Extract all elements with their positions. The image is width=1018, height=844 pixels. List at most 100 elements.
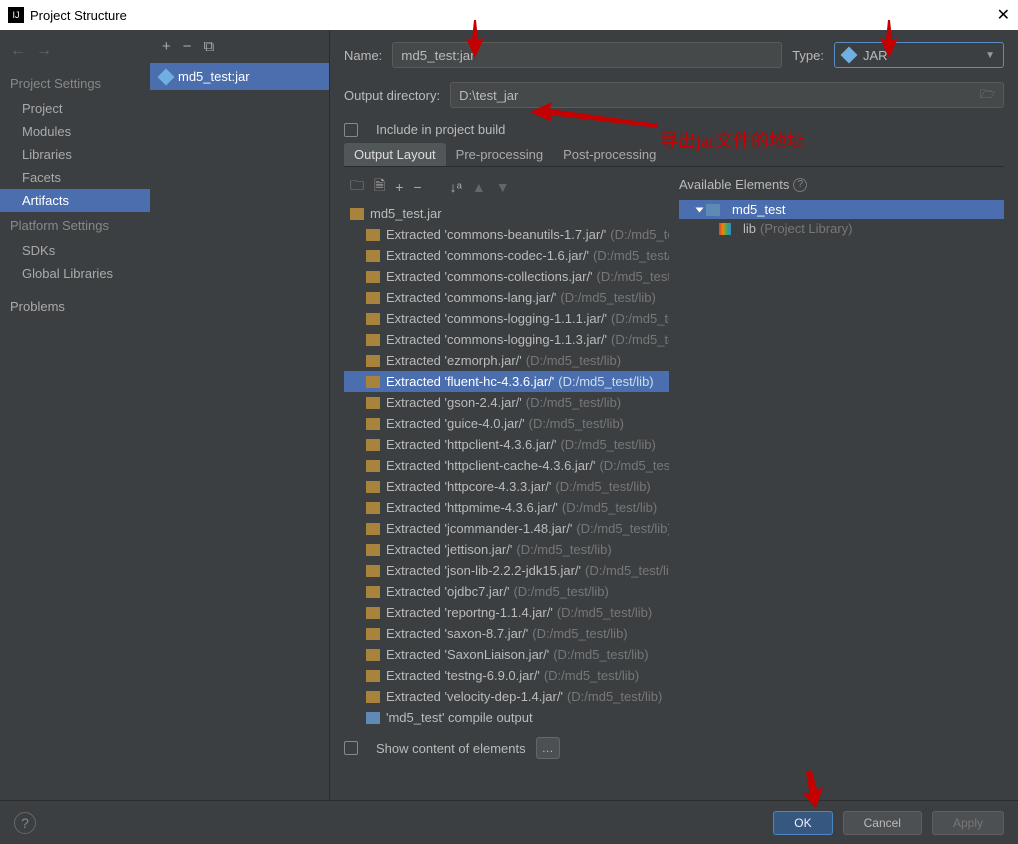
type-label: Type: xyxy=(792,48,824,63)
extracted-icon xyxy=(366,271,380,283)
tree-item[interactable]: Extracted 'httpmime-4.3.6.jar/'(D:/md5_t… xyxy=(344,497,669,518)
browse-icon[interactable]: 🗁 xyxy=(980,85,995,106)
tree-item[interactable]: Extracted 'json-lib-2.2.2-jdk15.jar/'(D:… xyxy=(344,560,669,581)
down-icon[interactable]: ▼ xyxy=(496,179,510,195)
available-header: Available Elements xyxy=(679,177,789,192)
tree-item[interactable]: Extracted 'commons-logging-1.1.3.jar/'(D… xyxy=(344,329,669,350)
window-title: Project Structure xyxy=(30,8,127,23)
extracted-icon xyxy=(366,439,380,451)
archive-icon xyxy=(350,208,364,220)
help-button[interactable]: ? xyxy=(14,812,36,834)
tree-item[interactable]: Extracted 'ezmorph.jar/'(D:/md5_test/lib… xyxy=(344,350,669,371)
project-settings-header: Project Settings xyxy=(0,70,150,97)
extracted-icon xyxy=(366,418,380,430)
available-lib-hint: (Project Library) xyxy=(760,221,852,236)
available-module-label: md5_test xyxy=(732,202,785,217)
extracted-icon xyxy=(366,481,380,493)
tab-post-processing[interactable]: Post-processing xyxy=(553,143,666,166)
back-icon[interactable]: ← xyxy=(10,42,26,60)
tree-item[interactable]: Extracted 'testng-6.9.0.jar/'(D:/md5_tes… xyxy=(344,665,669,686)
extracted-icon xyxy=(366,523,380,535)
extracted-icon xyxy=(366,670,380,682)
extracted-icon xyxy=(366,607,380,619)
compile-output-icon xyxy=(366,712,380,724)
copy-icon[interactable]: ⧉ xyxy=(204,38,215,55)
extracted-icon xyxy=(366,355,380,367)
extracted-icon xyxy=(366,229,380,241)
tree-item[interactable]: Extracted 'httpcore-4.3.3.jar/'(D:/md5_t… xyxy=(344,476,669,497)
tree-item[interactable]: Extracted 'guice-4.0.jar/'(D:/md5_test/l… xyxy=(344,413,669,434)
tree-item[interactable]: Extracted 'jcommander-1.48.jar/'(D:/md5_… xyxy=(344,518,669,539)
tree-item[interactable]: Extracted 'commons-collections.jar/'(D:/… xyxy=(344,266,669,287)
ok-button[interactable]: OK xyxy=(773,811,832,835)
tree-item[interactable]: Extracted 'SaxonLiaison.jar/'(D:/md5_tes… xyxy=(344,644,669,665)
tree-item[interactable]: 'md5_test' compile output xyxy=(344,707,669,728)
close-icon[interactable]: ✕ xyxy=(997,5,1010,25)
output-tree[interactable]: md5_test.jarExtracted 'commons-beanutils… xyxy=(344,203,669,731)
new-archive-icon[interactable]: 🗎 xyxy=(374,175,385,199)
nav-facets[interactable]: Facets xyxy=(0,166,150,189)
expand-icon xyxy=(696,207,704,212)
tree-item[interactable]: Extracted 'fluent-hc-4.3.6.jar/'(D:/md5_… xyxy=(344,371,669,392)
tree-item[interactable]: Extracted 'ojdbc7.jar/'(D:/md5_test/lib) xyxy=(344,581,669,602)
tree-item[interactable]: Extracted 'saxon-8.7.jar/'(D:/md5_test/l… xyxy=(344,623,669,644)
extracted-icon xyxy=(366,313,380,325)
cancel-button[interactable]: Cancel xyxy=(843,811,922,835)
available-module[interactable]: md5_test xyxy=(679,200,1004,219)
extracted-icon xyxy=(366,292,380,304)
nav-sdks[interactable]: SDKs xyxy=(0,239,150,262)
extracted-icon xyxy=(366,397,380,409)
up-icon[interactable]: ▲ xyxy=(472,179,486,195)
nav-global-libraries[interactable]: Global Libraries xyxy=(0,262,150,285)
include-build-checkbox[interactable] xyxy=(344,123,358,137)
show-content-checkbox[interactable] xyxy=(344,741,358,755)
tree-item[interactable]: Extracted 'commons-beanutils-1.7.jar/'(D… xyxy=(344,224,669,245)
include-build-label: Include in project build xyxy=(376,122,505,137)
available-lib[interactable]: lib (Project Library) xyxy=(679,219,1004,238)
nav-problems[interactable]: Problems xyxy=(0,295,150,318)
tree-item[interactable]: Extracted 'commons-logging-1.1.1.jar/'(D… xyxy=(344,308,669,329)
tree-item[interactable]: Extracted 'httpclient-cache-4.3.6.jar/'(… xyxy=(344,455,669,476)
remove-icon[interactable]: − xyxy=(183,38,192,55)
nav-artifacts[interactable]: Artifacts xyxy=(0,189,150,212)
platform-settings-header: Platform Settings xyxy=(0,212,150,239)
tree-item[interactable]: Extracted 'gson-2.4.jar/'(D:/md5_test/li… xyxy=(344,392,669,413)
artifact-item-label: md5_test:jar xyxy=(178,69,250,84)
tree-item[interactable]: Extracted 'commons-lang.jar/'(D:/md5_tes… xyxy=(344,287,669,308)
forward-icon[interactable]: → xyxy=(36,42,52,60)
jar-icon xyxy=(841,47,858,64)
chevron-down-icon: ▼ xyxy=(985,50,995,61)
type-select[interactable]: JAR ▼ xyxy=(834,42,1004,68)
tree-root[interactable]: md5_test.jar xyxy=(344,203,669,224)
nav-libraries[interactable]: Libraries xyxy=(0,143,150,166)
name-input[interactable] xyxy=(392,42,782,68)
tab-pre-processing[interactable]: Pre-processing xyxy=(446,143,553,166)
extracted-icon xyxy=(366,691,380,703)
add-copy-icon[interactable]: + xyxy=(395,179,403,195)
extracted-icon xyxy=(366,565,380,577)
nav-modules[interactable]: Modules xyxy=(0,120,150,143)
app-icon: IJ xyxy=(8,7,24,23)
help-tip-icon[interactable]: ? xyxy=(793,178,807,192)
tree-item[interactable]: Extracted 'commons-codec-1.6.jar/'(D:/md… xyxy=(344,245,669,266)
tree-item[interactable]: Extracted 'jettison.jar/'(D:/md5_test/li… xyxy=(344,539,669,560)
new-folder-icon[interactable]: 🗀 xyxy=(350,175,364,199)
expand-selection-button[interactable]: … xyxy=(536,737,560,759)
apply-button[interactable]: Apply xyxy=(932,811,1004,835)
tree-item[interactable]: Extracted 'httpclient-4.3.6.jar/'(D:/md5… xyxy=(344,434,669,455)
name-label: Name: xyxy=(344,48,382,63)
extracted-icon xyxy=(366,649,380,661)
artifact-item[interactable]: md5_test:jar xyxy=(150,63,329,90)
tree-item[interactable]: Extracted 'velocity-dep-1.4.jar/'(D:/md5… xyxy=(344,686,669,707)
module-icon xyxy=(706,204,720,216)
nav-project[interactable]: Project xyxy=(0,97,150,120)
output-value[interactable]: D:\test_jar xyxy=(459,88,974,103)
tree-item[interactable]: Extracted 'reportng-1.1.4.jar/'(D:/md5_t… xyxy=(344,602,669,623)
remove-item-icon[interactable]: − xyxy=(413,179,421,195)
tab-output-layout[interactable]: Output Layout xyxy=(344,143,446,166)
extracted-icon xyxy=(366,376,380,388)
add-icon[interactable]: + xyxy=(162,38,171,55)
extracted-icon xyxy=(366,460,380,472)
show-content-label: Show content of elements xyxy=(376,741,526,756)
sort-icon[interactable]: ↓ᵃ xyxy=(450,179,462,195)
